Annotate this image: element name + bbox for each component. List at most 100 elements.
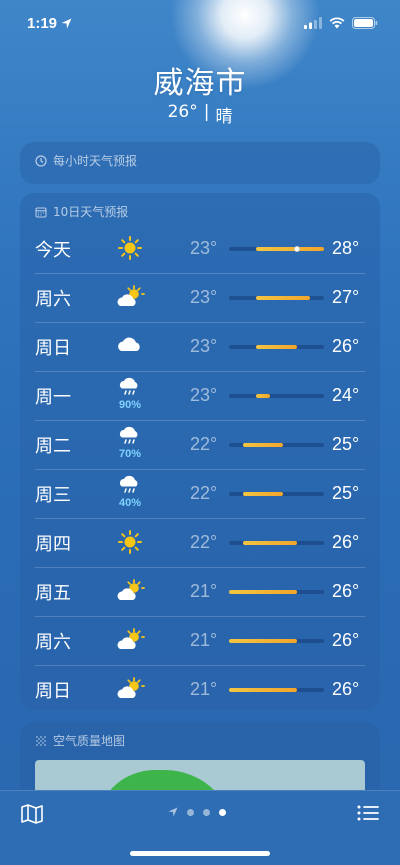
row-divider <box>35 420 365 421</box>
forecast-row[interactable]: 周日 23° 26° <box>20 322 380 371</box>
forecast-row[interactable]: 周日 21° 26° <box>20 665 380 714</box>
partly-cloudy-icon <box>115 627 145 657</box>
temp-range-bar <box>242 443 284 447</box>
weather-icon-wrap <box>115 627 145 657</box>
forecast-row[interactable]: 今天 23° 28° <box>20 224 380 273</box>
calendar-icon <box>35 206 47 218</box>
forecast-row[interactable]: 周四 22° 26° <box>20 518 380 567</box>
precip-chance: 70% <box>118 448 142 460</box>
weather-icon-wrap <box>115 578 145 608</box>
day-label: 周五 <box>35 582 71 604</box>
status-icons <box>304 17 378 29</box>
day-label: 周六 <box>35 631 71 653</box>
hourly-forecast-header: 每小时天气预报 <box>20 142 380 169</box>
temp-range-bar <box>229 688 297 692</box>
row-divider <box>35 469 365 470</box>
page-dot <box>203 808 210 816</box>
temp-range-track <box>229 443 324 447</box>
temp-range-bar <box>242 541 297 545</box>
temp-range-track <box>229 639 324 643</box>
page-indicator[interactable] <box>168 807 226 817</box>
day-label: 周一 <box>35 386 71 408</box>
low-temp: 22° <box>190 483 218 503</box>
temp-range-track <box>229 492 324 496</box>
weather-icon-wrap: 90% <box>115 377 145 411</box>
day-label: 周四 <box>35 533 71 555</box>
status-bar: 1:19 <box>0 0 400 46</box>
row-divider <box>35 518 365 519</box>
current-condition: 晴 <box>215 107 233 127</box>
weather-icon-wrap <box>115 235 145 265</box>
forecast-row[interactable]: 周二 70% 22° 25° <box>20 420 380 469</box>
weather-icon-wrap <box>115 529 145 559</box>
high-temp: 28° <box>332 238 360 258</box>
rain-cloud-icon <box>118 426 142 450</box>
map-button[interactable] <box>20 803 44 829</box>
day-label: 周日 <box>35 337 71 359</box>
list-icon <box>357 805 379 821</box>
page-dot-active <box>219 808 226 816</box>
day-label: 周二 <box>35 435 71 457</box>
partly-cloudy-icon <box>115 578 145 608</box>
clock-icon <box>35 154 47 167</box>
temp-range-bar <box>256 394 270 398</box>
forecast-row[interactable]: 周三 40% 22° 25° <box>20 469 380 518</box>
low-temp: 21° <box>190 630 218 650</box>
forecast-row[interactable]: 周五 21° 26° <box>20 567 380 616</box>
temp-range-bar <box>229 639 297 643</box>
ten-day-forecast-header: 10日天气预报 <box>20 193 380 220</box>
row-divider <box>35 371 365 372</box>
high-temp: 26° <box>332 581 360 601</box>
location-arrow-icon <box>61 18 72 28</box>
temp-range-bar <box>256 247 324 251</box>
temp-range-track <box>229 394 324 398</box>
map-icon <box>21 804 43 824</box>
row-divider <box>35 665 365 666</box>
high-temp: 27° <box>332 287 360 307</box>
forecast-row[interactable]: 周六 23° 27° <box>20 273 380 322</box>
sun-icon <box>117 529 143 559</box>
high-temp: 26° <box>332 679 360 699</box>
weather-icon-wrap: 70% <box>115 426 145 460</box>
row-divider <box>35 616 365 617</box>
high-temp: 25° <box>332 483 360 503</box>
high-temp: 24° <box>332 385 360 405</box>
partly-cloudy-icon <box>115 676 145 706</box>
home-indicator[interactable] <box>130 851 270 856</box>
high-temp: 26° <box>332 630 360 650</box>
precip-chance: 90% <box>118 399 142 411</box>
temp-range-bar <box>256 345 297 349</box>
row-divider <box>35 567 365 568</box>
partly-cloudy-icon <box>115 284 145 314</box>
forecast-row[interactable]: 周一 90% 23° 24° <box>20 371 380 420</box>
low-temp: 21° <box>190 679 218 699</box>
precip-chance: 40% <box>118 497 142 509</box>
page-dot <box>187 808 194 816</box>
weather-icon-wrap <box>115 284 145 314</box>
temp-range-track <box>229 345 324 349</box>
hourly-forecast-card[interactable]: 每小时天气预报 <box>20 142 380 184</box>
hourly-forecast-title: 每小时天气预报 <box>53 154 138 168</box>
city-list-button[interactable] <box>356 803 380 827</box>
day-label: 今天 <box>35 239 71 261</box>
high-temp: 26° <box>332 532 360 552</box>
forecast-row[interactable]: 周六 21° 26° <box>20 616 380 665</box>
current-temp: 26° <box>167 102 198 122</box>
temp-range-bar <box>242 492 284 496</box>
temp-range-track <box>229 541 324 545</box>
low-temp: 21° <box>190 581 218 601</box>
air-quality-title: 空气质量地图 <box>53 734 126 748</box>
day-label: 周日 <box>35 680 71 702</box>
temp-range-bar <box>256 296 311 300</box>
temp-range-track <box>229 246 324 252</box>
low-temp: 22° <box>190 434 218 454</box>
ten-day-forecast-card[interactable]: 10日天气预报 今天 23° 28° 周六 23° 27° 周日 23° 26° 周一 90% 23°… <box>20 193 380 710</box>
high-temp: 25° <box>332 434 360 454</box>
air-quality-icon <box>36 735 46 746</box>
day-label: 周三 <box>35 484 71 506</box>
current-location-arrow-icon <box>168 807 178 817</box>
low-temp: 22° <box>190 532 218 552</box>
city-name: 威海市 <box>153 66 247 101</box>
signal-icon <box>304 17 322 29</box>
weather-icon-wrap <box>115 676 145 706</box>
